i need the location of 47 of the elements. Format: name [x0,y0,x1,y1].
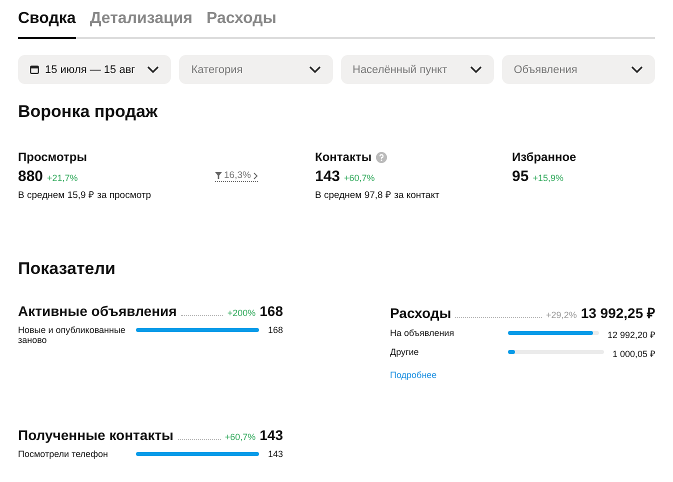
row-value: 168 [267,325,283,335]
row-value: 1 000,05 ₽ [612,348,655,360]
indicator-total: 168 [260,303,283,319]
tab[interactable]: Расходы [206,6,276,39]
metric-note: В среднем 15,9 ₽ за просмотр [18,189,152,201]
chevron-down-icon [470,66,482,74]
row-label: Новые и опубликованные заново [18,325,126,345]
indicator-total: 143 [260,427,283,443]
row-label: На объявления [390,328,456,338]
row-label: Другие [390,347,420,357]
metric-label: Избранное [512,150,576,164]
filter-dropdown[interactable]: Категория [179,55,332,84]
indicator-change: +200% [227,308,256,318]
indicator-total: 13 992,25 ₽ [580,304,655,322]
filter-dropdown[interactable]: Объявления [502,55,655,84]
chevron-down-icon [147,66,160,74]
row-value: 12 992,20 ₽ [607,329,655,341]
metric-change: +21,7% [47,173,78,183]
row-value: 143 [267,449,283,459]
calendar-icon [30,65,39,74]
tab[interactable]: Детализация [90,6,192,39]
filter-icon [215,172,222,179]
chevron-down-icon [308,66,320,74]
conversion-link[interactable]: 16,3% [215,170,258,182]
filter-dropdown[interactable]: Населённый пункт [340,55,494,84]
metric-label: Просмотры [18,150,88,164]
indicator-title: Расходы [390,305,452,321]
metric-note: В среднем 97,8 ₽ за контакт [315,189,440,201]
help-icon[interactable] [376,152,387,162]
section-title: Показатели [18,259,116,279]
section-title: Воронка продаж [18,102,158,122]
metric-change: +60,7% [344,173,375,183]
chevron-down-icon [631,66,643,74]
row-label: Посмотрели телефон [18,449,109,459]
date-range-dropdown[interactable]: 15 июля — 15 авг [18,55,172,84]
metric-change: +15,9% [532,173,564,183]
metric-value: 95 [512,168,529,185]
tab[interactable]: Сводка [18,6,76,39]
chevron-right-icon [252,172,258,180]
metric-label: Контакты [315,150,372,164]
indicator-change: +29,2% [546,310,577,320]
metric-value: 880 [18,168,44,185]
indicator-change: +60,7% [224,432,256,442]
details-link[interactable]: Подробнее [390,370,437,380]
metric-value: 143 [315,168,340,185]
indicator-title: Активные объявления [18,303,177,319]
indicator-title: Полученные контакты [18,427,174,443]
